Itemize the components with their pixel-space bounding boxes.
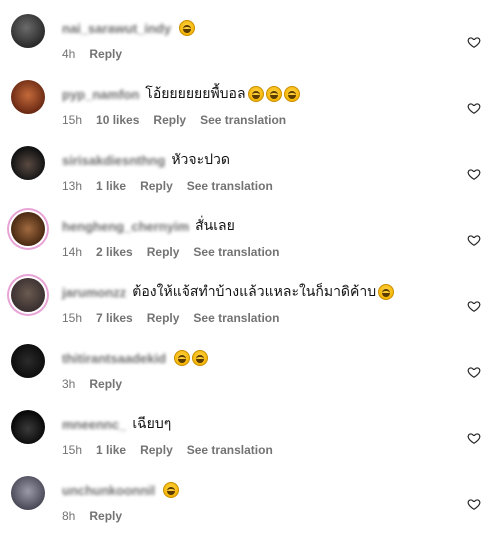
reply-button[interactable]: Reply <box>89 47 122 61</box>
heart-icon[interactable] <box>467 101 481 115</box>
comment-item: mneennc_ เฉียบๆ 15h 1 like Reply See translat… <box>0 406 490 466</box>
reply-button[interactable]: Reply <box>153 113 186 127</box>
see-translation-button[interactable]: See translation <box>193 245 279 259</box>
see-translation-button[interactable]: See translation <box>187 443 273 457</box>
tears-of-joy-emoji-icon <box>174 350 191 366</box>
like-count[interactable]: 1 like <box>96 443 126 457</box>
tears-of-joy-emoji-icon <box>179 20 196 36</box>
comment-text: หัวจะปวด <box>171 151 230 167</box>
comment-time: 4h <box>62 47 76 61</box>
reply-button[interactable]: Reply <box>147 311 180 325</box>
username[interactable]: jarumonzz <box>62 285 126 300</box>
comment-meta: 15h 1 like Reply See translation <box>62 443 287 457</box>
see-translation-button[interactable]: See translation <box>200 113 286 127</box>
comment-item: pyp_namfon โอ้ยยยยยยพื้บอล 15h 10 likes Repl… <box>0 76 490 136</box>
tears-of-joy-emoji-icon <box>247 86 264 102</box>
comment-meta: 15h 10 likes Reply See translation <box>62 113 300 127</box>
comment-item: nai_sarawut_indy 4h Reply <box>0 10 490 70</box>
reply-button[interactable]: Reply <box>140 179 173 193</box>
username[interactable]: nai_sarawut_indy <box>62 21 171 36</box>
avatar[interactable] <box>11 344 45 378</box>
heart-icon[interactable] <box>467 233 481 247</box>
like-count[interactable]: 2 likes <box>96 245 133 259</box>
comment-item: hengheng_chernyim สั่นเลย 14h 2 likes Reply S… <box>0 208 490 268</box>
heart-icon[interactable] <box>467 167 481 181</box>
comment-item: sirisakdiesnthng หัวจะปวด 13h 1 like Reply Se… <box>0 142 490 202</box>
avatar[interactable] <box>11 80 45 114</box>
heart-icon[interactable] <box>467 431 481 445</box>
avatar[interactable] <box>11 14 45 48</box>
comment-meta: 4h Reply <box>62 47 136 61</box>
see-translation-button[interactable]: See translation <box>193 311 279 325</box>
tears-of-joy-emoji-icon <box>283 86 300 102</box>
username[interactable]: sirisakdiesnthng <box>62 153 165 168</box>
avatar[interactable] <box>11 278 45 312</box>
like-count[interactable]: 10 likes <box>96 113 139 127</box>
reply-button[interactable]: Reply <box>140 443 173 457</box>
username[interactable]: pyp_namfon <box>62 87 139 102</box>
comment-time: 8h <box>62 509 76 523</box>
tears-of-joy-emoji-icon <box>192 350 209 366</box>
reply-button[interactable]: Reply <box>89 377 122 391</box>
see-translation-button[interactable]: See translation <box>187 179 273 193</box>
comment-time: 13h <box>62 179 83 193</box>
tears-of-joy-emoji-icon <box>163 482 180 498</box>
comment-item: unchunkoonnil 8h Reply <box>0 472 490 532</box>
comment-meta: 15h 7 likes Reply See translation <box>62 311 293 325</box>
heart-icon[interactable] <box>467 497 481 511</box>
tears-of-joy-emoji-icon <box>265 86 282 102</box>
avatar[interactable] <box>11 212 45 246</box>
avatar[interactable] <box>11 476 45 510</box>
heart-icon[interactable] <box>467 299 481 313</box>
comment-item: thitirantsaadekid 3h Reply <box>0 340 490 400</box>
comment-text: ต้องให้แจ้สทำบ้างแล้วแหละในก็มาดิค้าบ <box>132 283 377 299</box>
username[interactable]: mneennc_ <box>62 417 126 432</box>
like-count[interactable]: 7 likes <box>96 311 133 325</box>
comment-text: โอ้ยยยยยยพื้บอล <box>145 85 246 101</box>
tears-of-joy-emoji-icon <box>378 284 395 300</box>
avatar[interactable] <box>11 410 45 444</box>
comment-time: 15h <box>62 443 83 457</box>
comment-item: jarumonzz ต้องให้แจ้สทำบ้างแล้วแหละในก็มา… <box>0 274 490 334</box>
heart-icon[interactable] <box>467 365 481 379</box>
comment-text: เฉียบๆ <box>132 415 172 431</box>
comment-time: 15h <box>62 311 83 325</box>
comment-time: 14h <box>62 245 83 259</box>
comment-meta: 13h 1 like Reply See translation <box>62 179 287 193</box>
username[interactable]: thitirantsaadekid <box>62 351 166 366</box>
reply-button[interactable]: Reply <box>147 245 180 259</box>
comment-text: สั่นเลย <box>195 217 235 233</box>
like-count[interactable]: 1 like <box>96 179 126 193</box>
reply-button[interactable]: Reply <box>89 509 122 523</box>
avatar[interactable] <box>11 146 45 180</box>
comment-meta: 14h 2 likes Reply See translation <box>62 245 293 259</box>
comment-meta: 8h Reply <box>62 509 136 523</box>
username[interactable]: hengheng_chernyim <box>62 219 189 234</box>
username[interactable]: unchunkoonnil <box>62 483 155 498</box>
heart-icon[interactable] <box>467 35 481 49</box>
comment-time: 3h <box>62 377 76 391</box>
comment-time: 15h <box>62 113 83 127</box>
comment-meta: 3h Reply <box>62 377 136 391</box>
